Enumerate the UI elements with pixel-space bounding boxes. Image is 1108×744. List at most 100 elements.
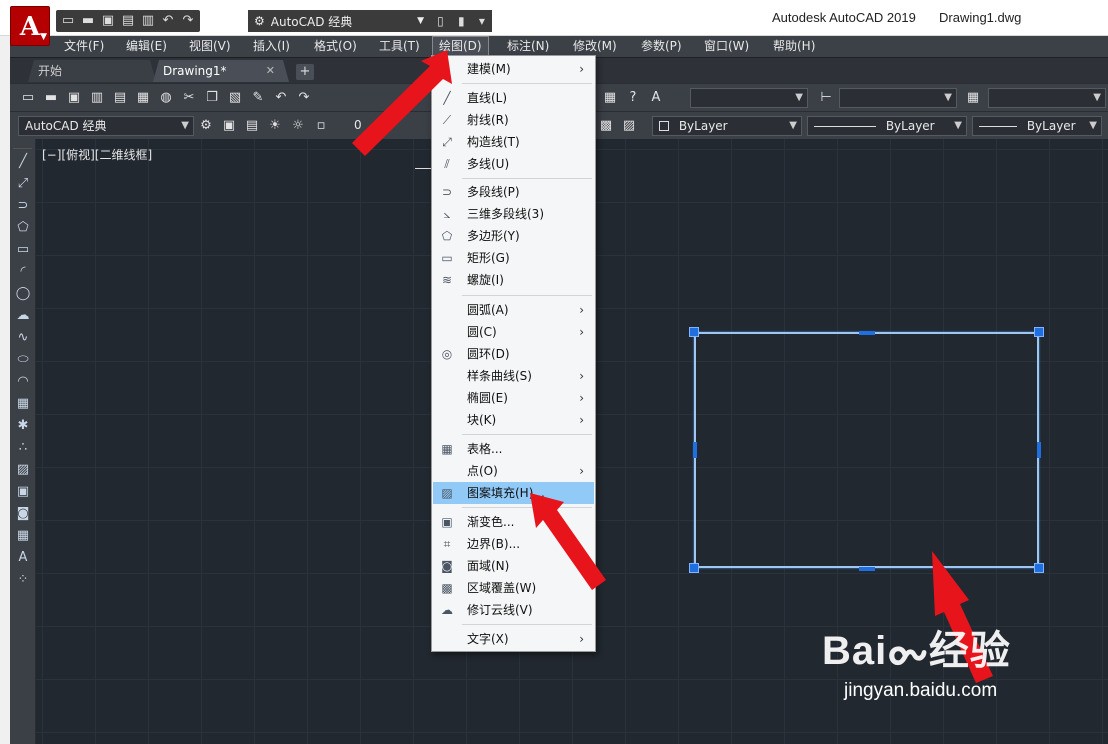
menu-item-block[interactable]: 块(K) › [433,409,594,431]
dimension-style-combo[interactable]: ▼ [839,88,957,108]
menu-item-line[interactable]: ╱ 直线(L) [433,87,594,109]
menu-item-text[interactable]: 文字(X) › [433,628,594,650]
text-style-combo[interactable]: ▼ [690,88,808,108]
menu-item-gradient[interactable]: ▣ 渐变色... [433,511,594,533]
menu-item-region[interactable]: ◙ 面域(N) [433,555,594,577]
menu-item-polygon[interactable]: ⬠ 多边形(Y) [433,225,594,247]
menu-item-3dpolyline[interactable]: ⦣ 三维多段线(3) [433,203,594,225]
save-icon[interactable]: ▣ [64,88,84,108]
ellipse-arc-icon[interactable]: ◠ [10,371,36,393]
make-block-icon[interactable]: ✱ [10,415,36,437]
cut-icon[interactable]: ✂ [179,88,199,108]
region-icon[interactable]: ◙ [10,503,36,525]
menu-parametric[interactable]: 参数(P) [635,36,688,57]
menu-item-spline[interactable]: 样条曲线(S) › [433,365,594,387]
polyline-icon[interactable]: ⊃ [10,195,36,217]
menu-format[interactable]: 格式(O) [308,36,363,57]
circle-icon[interactable]: ◯ [10,283,36,305]
bulb-icon[interactable]: ☀ [265,116,285,136]
dimension-style-icon[interactable]: ⊢ [816,88,836,108]
globe-icon[interactable]: ◍ [156,88,176,108]
grip-top-mid[interactable] [859,331,875,335]
grip-right-mid[interactable] [1037,442,1041,458]
layer-previous-icon[interactable]: ▨ [619,116,639,136]
copy-icon[interactable]: ❐ [202,88,222,108]
palette-grip[interactable] [13,141,32,149]
open-folder-icon[interactable]: ▬ [80,13,96,29]
workspace-select[interactable]: ⚙ AutoCAD 经典 ▼ [248,10,430,32]
menu-item-donut[interactable]: ◎ 圆环(D) [433,343,594,365]
lock-icon[interactable]: ▫ [311,116,331,136]
menu-item-polyline[interactable]: ⊃ 多段线(P) [433,181,594,203]
make-current-icon[interactable]: ▩ [596,116,616,136]
open-folder-icon[interactable]: ▬ [41,88,61,108]
match-properties-icon[interactable]: ✎ [248,88,268,108]
table-style-icon[interactable]: ▦ [963,88,983,108]
new-file-icon[interactable]: ▭ [60,13,76,29]
paste-icon[interactable]: ▧ [225,88,245,108]
menu-file[interactable]: 文件(F) [58,36,110,57]
menu-item-xline[interactable]: ⤢ 构造线(T) [433,131,594,153]
spline-icon[interactable]: ∿ [10,327,36,349]
polygon-icon[interactable]: ⬠ [10,217,36,239]
menu-item-arc[interactable]: 圆弧(A) › [433,299,594,321]
menu-item-boundary[interactable]: ⌗ 边界(B)... [433,533,594,555]
close-icon[interactable]: ✕ [266,60,275,82]
lineweight-combo[interactable]: ByLayer ▼ [972,116,1102,136]
new-tab-button[interactable]: + [296,64,314,80]
table-style-combo[interactable]: ▼ [988,88,1106,108]
sun-icon[interactable]: ☼ [288,116,308,136]
viewport-controls[interactable]: [−][俯视][二维线框] [42,146,152,163]
menu-item-circle[interactable]: 圆(C) › [433,321,594,343]
menu-item-ellipse[interactable]: 椭圆(E) › [433,387,594,409]
menu-item-revcloud[interactable]: ☁ 修订云线(V) [433,599,594,621]
menu-insert[interactable]: 插入(I) [247,36,296,57]
rectangle-icon[interactable]: ▭ [10,239,36,261]
grip-bottom-mid[interactable] [859,567,875,571]
menu-item-table[interactable]: ▦ 表格... [433,438,594,460]
revcloud-icon[interactable]: ☁ [10,305,36,327]
insert-block-icon[interactable]: ▦ [10,393,36,415]
table-icon[interactable]: ▦ [10,525,36,547]
menu-item-helix[interactable]: ≋ 螺旋(I) [433,269,594,291]
linetype-combo[interactable]: ByLayer ▼ [807,116,967,136]
multiline-text-icon[interactable]: A [10,547,36,569]
maximize-icon[interactable]: ▣ [219,116,239,136]
menu-dimension[interactable]: 标注(N) [501,36,555,57]
hatch-icon[interactable]: ▨ [10,459,36,481]
selected-rectangle[interactable] [694,332,1039,568]
menu-edit[interactable]: 编辑(E) [120,36,173,57]
new-file-icon[interactable]: ▭ [18,88,38,108]
undo-icon[interactable]: ↶ [271,88,291,108]
export-icon[interactable]: ▮ [458,14,465,28]
ellipse-icon[interactable]: ⬭ [10,349,36,371]
calculator-icon[interactable]: ▦ [600,88,620,108]
save-icon[interactable]: ▣ [100,13,116,29]
layer-properties-icon[interactable]: ▤ [242,116,262,136]
point-icon[interactable]: ∴ [10,437,36,459]
menu-item-hatch[interactable]: ▨ 图案填充(H)... [433,482,594,504]
menu-view[interactable]: 视图(V) [183,36,237,57]
text-style-icon[interactable]: A [646,88,666,108]
arc-icon[interactable]: ◜ [10,261,36,283]
layer-combo[interactable]: 0 [348,116,408,136]
grip-bottom-left[interactable] [689,563,699,573]
grip-top-left[interactable] [689,327,699,337]
menu-modify[interactable]: 修改(M) [567,36,623,57]
gear-icon[interactable]: ⚙ [196,116,216,136]
publish-icon[interactable]: ▦ [133,88,153,108]
share-icon[interactable]: ▯ [437,14,444,28]
redo-icon[interactable]: ↷ [294,88,314,108]
menu-item-ray[interactable]: ⟋ 射线(R) [433,109,594,131]
grip-top-right[interactable] [1034,327,1044,337]
plot-icon[interactable]: ▥ [87,88,107,108]
workspace-combo[interactable]: AutoCAD 经典 ▼ [18,116,194,136]
menu-window[interactable]: 窗口(W) [698,36,755,57]
grip-left-mid[interactable] [693,442,697,458]
menu-item-rectangle[interactable]: ▭ 矩形(G) [433,247,594,269]
customize-icon[interactable]: ▾ [479,14,485,28]
tab-drawing1[interactable]: Drawing1* ✕ [153,60,289,82]
menu-item-wipeout[interactable]: ▩ 区域覆盖(W) [433,577,594,599]
add-selected-icon[interactable]: ⁘ [10,569,36,591]
menu-item-point[interactable]: 点(O) › [433,460,594,482]
